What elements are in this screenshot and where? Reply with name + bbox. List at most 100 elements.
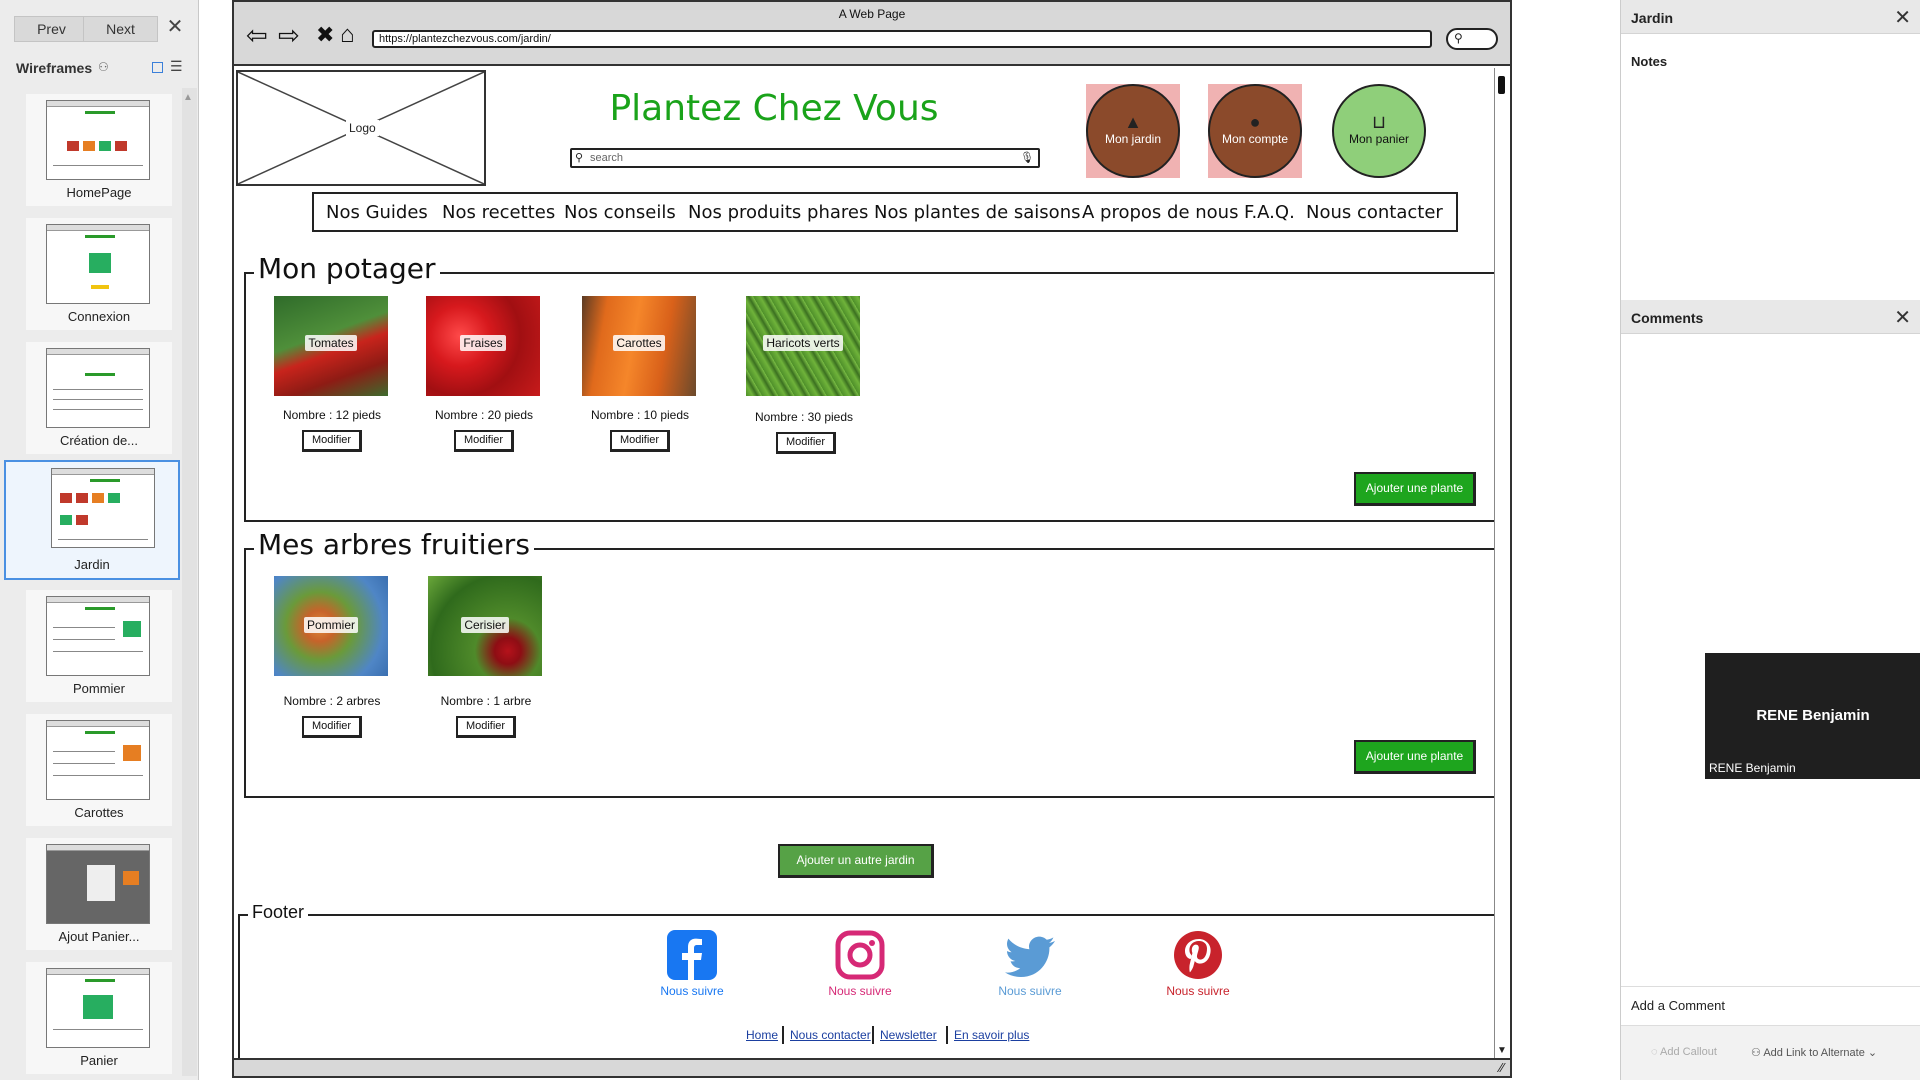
mon-compte-button[interactable]: ● Mon compte [1208, 84, 1302, 178]
modifier-button[interactable]: Modifier [454, 430, 514, 452]
wireframes-title: Wireframes [16, 60, 93, 76]
modifier-button[interactable]: Modifier [610, 430, 670, 452]
menu-item-recettes[interactable]: Nos recettes [442, 202, 555, 223]
footer-separator [946, 1026, 948, 1044]
twitter-link[interactable]: Nous suivre [980, 930, 1080, 998]
grid-view-icon[interactable] [152, 62, 163, 73]
search-placeholder: search [590, 152, 624, 164]
forward-icon[interactable]: ⇨ [278, 22, 300, 48]
section-title: Mes arbres fruitiers [254, 528, 534, 561]
footer-link-en-savoir-plus[interactable]: En savoir plus [954, 1028, 1029, 1042]
plant-name: Carottes [613, 335, 665, 351]
pinterest-icon [1174, 931, 1222, 979]
browser-window: A Web Page ⇦ ⇨ ✖ ⌂ https://plantezchezvo… [232, 0, 1512, 1078]
menu-item-contact[interactable]: Nous contacter [1306, 202, 1443, 223]
page-thumb-pommier[interactable]: Pommier [26, 590, 172, 702]
menu-item-a-propos[interactable]: A propos de nous [1082, 202, 1238, 223]
add-garden-button[interactable]: Ajouter un autre jardin [778, 844, 934, 878]
add-comment-input[interactable]: Add a Comment [1621, 986, 1920, 1026]
cerisier-image: Cerisier [428, 576, 542, 676]
plant-name: Tomates [305, 335, 357, 351]
page-label: HomePage [66, 185, 132, 200]
pinterest-link[interactable]: Nous suivre [1148, 930, 1248, 998]
plant-name: Haricots verts [763, 335, 843, 351]
users-icon[interactable]: ⚇ [98, 60, 109, 74]
user-video-tile: RENE Benjamin RENE Benjamin [1705, 653, 1920, 779]
close-icon[interactable]: ✕ [1894, 5, 1911, 30]
user-name-large: RENE Benjamin [1756, 707, 1870, 724]
comment-actions: ◌ Add Callout ⚇ Add Link to Alternate ⌄ [1621, 1026, 1920, 1080]
panel-page-title: Jardin [1631, 10, 1674, 26]
wireframes-panel: Prev Next ✕ Wireframes ⚇ ☰ ▲ HomePage Co… [0, 0, 199, 1080]
modifier-button[interactable]: Modifier [302, 430, 362, 452]
browser-search-field[interactable]: ⚲ [1446, 28, 1498, 50]
pages-scrollbar[interactable] [182, 88, 197, 1076]
footer-link-newsletter[interactable]: Newsletter [880, 1028, 937, 1042]
scroll-up-icon[interactable]: ▲ [183, 92, 193, 103]
page-thumb-connexion[interactable]: Connexion [26, 218, 172, 330]
back-icon[interactable]: ⇦ [246, 22, 268, 48]
footer-title: Footer [248, 902, 309, 923]
thumbnail-image [46, 720, 150, 800]
menu-item-guides[interactable]: Nos Guides [326, 202, 428, 223]
comments-title: Comments [1631, 310, 1704, 326]
page-header: Jardin ✕ [1621, 0, 1920, 34]
modifier-button[interactable]: Modifier [776, 432, 836, 454]
notes-label[interactable]: Notes [1631, 54, 1667, 69]
scroll-down-icon[interactable]: ▼ [1497, 1045, 1507, 1056]
menu-item-plantes-saisons[interactable]: Nos plantes de saisons [874, 202, 1080, 223]
page-thumb-ajout-panier[interactable]: Ajout Panier... [26, 838, 172, 950]
plant-name: Fraises [460, 335, 506, 351]
menu-item-conseils[interactable]: Nos conseils [564, 202, 676, 223]
page-label: Panier [80, 1053, 118, 1068]
fraises-image: Fraises [426, 296, 540, 396]
url-bar[interactable]: https://plantezchezvous.com/jardin/ [372, 30, 1432, 48]
close-icon[interactable]: ✕ [1894, 305, 1911, 330]
scrollbar-thumb[interactable] [1498, 76, 1505, 94]
mon-panier-button[interactable]: ⊔ Mon panier [1332, 84, 1426, 178]
add-link-label: Add Link to Alternate [1763, 1047, 1865, 1059]
plant-count: Nombre : 2 arbres [283, 694, 381, 708]
plant-count: Nombre : 20 pieds [434, 408, 534, 422]
main-menu: Nos Guides Nos recettes Nos conseils Nos… [312, 192, 1458, 232]
add-callout-button[interactable]: ◌ Add Callout [1651, 1046, 1717, 1058]
menu-item-faq[interactable]: F.A.Q. [1244, 202, 1295, 223]
add-link-button[interactable]: ⚇ Add Link to Alternate ⌄ [1751, 1046, 1877, 1059]
page-thumb-panier[interactable]: Panier [26, 962, 172, 1074]
site-title: Plantez Chez Vous [609, 88, 939, 129]
page-scrollbar[interactable]: ▼ [1494, 68, 1508, 1058]
add-plant-button[interactable]: Ajouter une plante [1354, 740, 1476, 774]
add-plant-button[interactable]: Ajouter une plante [1354, 472, 1476, 506]
pommier-image: Pommier [274, 576, 388, 676]
footer-separator [782, 1026, 784, 1044]
microphone-icon[interactable]: 🎙 [1020, 150, 1034, 166]
stop-icon[interactable]: ✖ [316, 22, 334, 48]
next-button[interactable]: Next [83, 16, 158, 42]
prev-button[interactable]: Prev [14, 16, 89, 42]
page-label: Connexion [67, 309, 131, 324]
page-thumb-jardin[interactable]: Jardin [4, 460, 180, 580]
site-search-input[interactable]: ⚲ search 🎙 [570, 148, 1040, 168]
mon-jardin-button[interactable]: ▲ Mon jardin [1086, 84, 1180, 178]
instagram-link[interactable]: Nous suivre [810, 930, 910, 998]
plant-count: Nombre : 30 pieds [754, 410, 854, 424]
logo-placeholder: Logo [236, 70, 486, 186]
resize-grip-icon[interactable]: ⁄⁄ [1500, 1060, 1504, 1075]
home-icon[interactable]: ⌂ [340, 22, 355, 48]
thumbnail-image [46, 224, 150, 304]
menu-item-produits[interactable]: Nos produits phares [688, 202, 868, 223]
page-thumb-homepage[interactable]: HomePage [26, 94, 172, 206]
modifier-button[interactable]: Modifier [456, 716, 516, 738]
close-icon[interactable]: ✕ [165, 16, 185, 38]
mon-panier-label: Mon panier [1348, 132, 1410, 146]
facebook-link[interactable]: Nous suivre [642, 930, 742, 998]
page-thumb-creation[interactable]: Création de... [26, 342, 172, 454]
social-label: Nous suivre [1166, 984, 1230, 998]
basket-icon: ⊔ [1371, 112, 1387, 132]
list-view-icon[interactable]: ☰ [170, 58, 183, 75]
footer-link-contact[interactable]: Nous contacter [790, 1028, 871, 1042]
page-thumb-carottes[interactable]: Carottes [26, 714, 172, 826]
add-callout-label: Add Callout [1660, 1046, 1717, 1058]
footer-link-home[interactable]: Home [746, 1028, 778, 1042]
modifier-button[interactable]: Modifier [302, 716, 362, 738]
